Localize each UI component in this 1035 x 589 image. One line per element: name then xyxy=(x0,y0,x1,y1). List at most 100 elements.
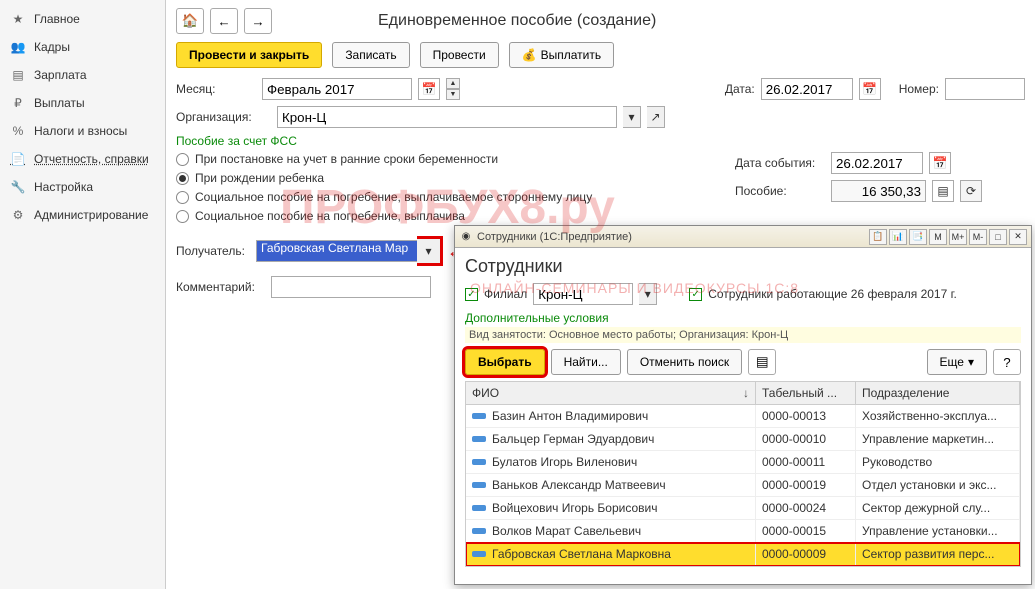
radio-icon xyxy=(176,210,189,223)
back-button[interactable]: ← xyxy=(210,8,238,34)
employee-icon xyxy=(472,436,486,442)
month-stepper[interactable]: ▲ ▼ xyxy=(446,78,460,100)
sidebar-item-label: Настройка xyxy=(34,180,93,194)
benefit-input[interactable] xyxy=(831,180,926,202)
cell-fio: Ваньков Александр Матвеевич xyxy=(466,474,756,496)
benefit-calc-button[interactable]: ▤ xyxy=(932,180,954,202)
month-calendar-button[interactable]: 📅 xyxy=(418,78,440,100)
cancel-search-button[interactable]: Отменить поиск xyxy=(627,349,742,375)
titlebar-btn-close[interactable]: ✕ xyxy=(1009,229,1027,245)
radio-funeral-external[interactable]: Социальное пособие на погребение, выплач… xyxy=(176,190,735,204)
titlebar-btn-mminus[interactable]: M- xyxy=(969,229,987,245)
cell-tab: 0000-00010 xyxy=(756,428,856,450)
event-date-calendar-button[interactable]: 📅 xyxy=(929,152,951,174)
cell-dep: Управление маркетин... xyxy=(856,428,1020,450)
cell-fio: Волков Марат Савельевич xyxy=(466,520,756,542)
write-button[interactable]: Записать xyxy=(332,42,409,68)
post-close-button[interactable]: Провести и закрыть xyxy=(176,42,322,68)
radio-birth[interactable]: При рождении ребенка xyxy=(176,171,735,185)
working-checkbox[interactable]: ✓ xyxy=(689,288,702,301)
col-dep[interactable]: Подразделение xyxy=(856,382,1020,404)
titlebar-btn-2[interactable]: 📊 xyxy=(889,229,907,245)
sidebar-item-salary[interactable]: ▤Зарплата xyxy=(0,61,165,89)
sidebar-item-settings[interactable]: 🔧Настройка xyxy=(0,173,165,201)
cell-fio: Базин Антон Владимирович xyxy=(466,405,756,427)
titlebar-btn-1[interactable]: 📋 xyxy=(869,229,887,245)
org-input[interactable] xyxy=(277,106,617,128)
sidebar-item-label: Главное xyxy=(34,12,80,26)
find-button[interactable]: Найти... xyxy=(551,349,621,375)
list-mode-button[interactable]: ▤ xyxy=(748,349,776,375)
sidebar-item-admin[interactable]: ⚙Администрирование xyxy=(0,201,165,229)
titlebar-btn-m[interactable]: M xyxy=(929,229,947,245)
star-icon: ★ xyxy=(10,11,26,27)
month-down-button[interactable]: ▼ xyxy=(446,89,460,100)
recipient-dropdown-button[interactable]: ▾ xyxy=(417,236,443,266)
cell-dep: Сектор дежурной слу... xyxy=(856,497,1020,519)
cell-tab: 0000-00024 xyxy=(756,497,856,519)
employees-table: ФИО↓ Табельный ... Подразделение Базин А… xyxy=(465,381,1021,567)
employees-popup: ◉ Сотрудники (1С:Предприятие) 📋 📊 📑 M M+… xyxy=(454,225,1032,585)
cell-tab: 0000-00019 xyxy=(756,474,856,496)
table-row[interactable]: Бальцер Герман Эдуардович 0000-00010 Упр… xyxy=(466,428,1020,451)
cell-fio: Бальцер Герман Эдуардович xyxy=(466,428,756,450)
employee-icon xyxy=(472,505,486,511)
table-row[interactable]: Ваньков Александр Матвеевич 0000-00019 О… xyxy=(466,474,1020,497)
table-row[interactable]: Габровская Светлана Марковна 0000-00009 … xyxy=(466,543,1020,566)
radio-early-pregnancy[interactable]: При постановке на учет в ранние сроки бе… xyxy=(176,152,735,166)
radio-funeral[interactable]: Социальное пособие на погребение, выплач… xyxy=(176,209,735,223)
sidebar-item-main[interactable]: ★ Главное xyxy=(0,5,165,33)
date-input[interactable] xyxy=(761,78,853,100)
filter-summary: Вид занятости: Основное место работы; Ор… xyxy=(465,327,1021,343)
home-button[interactable]: 🏠 xyxy=(176,8,204,34)
titlebar-btn-max[interactable]: □ xyxy=(989,229,1007,245)
recipient-input[interactable]: Габровская Светлана Мар xyxy=(256,240,418,262)
sidebar-item-personnel[interactable]: 👥Кадры xyxy=(0,33,165,61)
post-button[interactable]: Провести xyxy=(420,42,499,68)
extra-conditions-link[interactable]: Дополнительные условия xyxy=(465,311,1021,325)
employee-icon xyxy=(472,551,486,557)
number-label: Номер: xyxy=(899,82,939,96)
org-dropdown-button[interactable]: ▾ xyxy=(623,106,641,128)
benefit-refresh-button[interactable]: ⟳ xyxy=(960,180,982,202)
table-row[interactable]: Булатов Игорь Виленович 0000-00011 Руков… xyxy=(466,451,1020,474)
col-tab[interactable]: Табельный ... xyxy=(756,382,856,404)
popup-titlebar[interactable]: ◉ Сотрудники (1С:Предприятие) 📋 📊 📑 M M+… xyxy=(455,226,1031,248)
branch-dropdown-button[interactable]: ▾ xyxy=(639,283,657,305)
branch-input[interactable] xyxy=(533,283,633,305)
pay-button[interactable]: 💰Выплатить xyxy=(509,42,614,68)
cell-fio: Булатов Игорь Виленович xyxy=(466,451,756,473)
forward-button[interactable]: → xyxy=(244,8,272,34)
cell-dep: Управление установки... xyxy=(856,520,1020,542)
percent-icon: % xyxy=(10,123,26,139)
branch-label: Филиал xyxy=(484,287,527,301)
month-input[interactable] xyxy=(262,78,412,100)
table-row[interactable]: Волков Марат Савельевич 0000-00015 Управ… xyxy=(466,520,1020,543)
select-button[interactable]: Выбрать xyxy=(465,349,545,375)
event-date-input[interactable] xyxy=(831,152,923,174)
help-button[interactable]: ? xyxy=(993,349,1021,375)
ruble-icon: ₽ xyxy=(10,95,26,111)
sidebar-item-label: Выплаты xyxy=(34,96,85,110)
date-calendar-button[interactable]: 📅 xyxy=(859,78,881,100)
table-row[interactable]: Базин Антон Владимирович 0000-00013 Хозя… xyxy=(466,405,1020,428)
sidebar-item-payments[interactable]: ₽ Выплаты xyxy=(0,89,165,117)
branch-checkbox[interactable]: ✓ xyxy=(465,288,478,301)
comment-input[interactable] xyxy=(271,276,431,298)
month-up-button[interactable]: ▲ xyxy=(446,78,460,89)
more-button[interactable]: Еще ▾ xyxy=(927,349,987,375)
sidebar-item-taxes[interactable]: % Налоги и взносы xyxy=(0,117,165,145)
sidebar-item-label: Налоги и взносы xyxy=(34,124,127,138)
titlebar-btn-mplus[interactable]: M+ xyxy=(949,229,967,245)
number-input[interactable] xyxy=(945,78,1025,100)
col-fio[interactable]: ФИО↓ xyxy=(466,382,756,404)
document-icon: 📄 xyxy=(10,151,26,167)
org-open-button[interactable]: ↗ xyxy=(647,106,665,128)
table-row[interactable]: Войцехович Игорь Борисович 0000-00024 Се… xyxy=(466,497,1020,520)
list-icon: ▤ xyxy=(10,67,26,83)
sidebar-item-label: Администрирование xyxy=(34,208,148,222)
titlebar-btn-3[interactable]: 📑 xyxy=(909,229,927,245)
table-header: ФИО↓ Табельный ... Подразделение xyxy=(466,382,1020,405)
sidebar-item-reports[interactable]: 📄Отчетность, справки xyxy=(0,145,165,173)
event-date-label: Дата события: xyxy=(735,156,825,170)
